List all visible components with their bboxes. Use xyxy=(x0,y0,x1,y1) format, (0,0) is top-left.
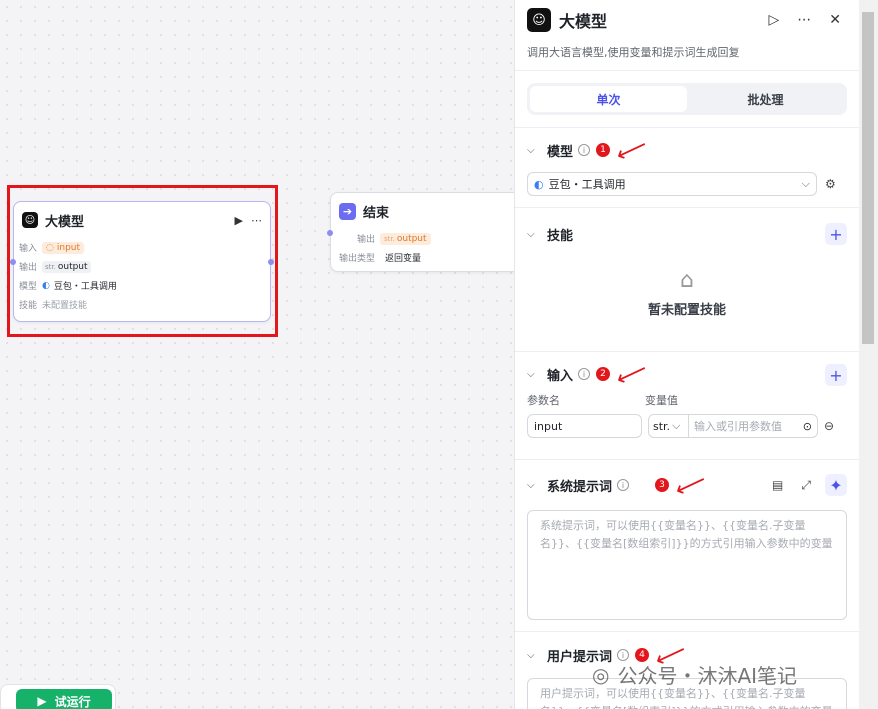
info-icon[interactable]: i xyxy=(617,479,630,491)
panel-description: 调用大语言模型,使用变量和提示词生成回复 xyxy=(515,40,859,71)
close-icon[interactable]: ✕ xyxy=(829,12,841,28)
chevron-down-icon: ⌵ xyxy=(801,177,810,190)
annotation-badge: 2 xyxy=(596,367,611,381)
end-row-type: 输出类型 返回变量 xyxy=(331,248,519,267)
col-var-value: 变量值 xyxy=(645,394,678,407)
tab-single[interactable]: 单次 xyxy=(530,86,687,112)
end-output-tag: str. output xyxy=(380,232,431,245)
system-prompt-textarea[interactable]: 系统提示词，可以使用{{变量名}}、{{变量名.子变量名}}、{{变量名[数组索… xyxy=(527,510,847,620)
info-icon[interactable]: i xyxy=(578,368,591,380)
system-prompt-section: ⌵ 系统提示词 i 3 ⟵ ▤ ⤢ ✦ 系统提示词，可以使用{{变量名}}、{{… xyxy=(515,460,859,632)
chevron-down-icon[interactable]: ⌵ xyxy=(527,369,547,380)
run-icon[interactable]: ▷ xyxy=(768,12,779,28)
end-node[interactable]: ➔ 结束 输出 str. output 输出类型 返回变量 xyxy=(330,192,520,272)
panel-title: 大模型 xyxy=(559,12,608,31)
end-output-text: output xyxy=(396,233,427,244)
workflow-canvas[interactable]: ☺ 大模型 ▶ ⋯ 输入 ◌ input 输出 str. output 模型 ◐ 豆… xyxy=(0,0,520,709)
col-param-name: 参数名 xyxy=(527,394,560,407)
mode-tabs: 单次 批处理 xyxy=(515,71,859,128)
type-select[interactable]: str. ⌵ xyxy=(649,415,689,437)
annotation-badge: 1 xyxy=(596,143,611,157)
chevron-down-icon[interactable]: ⌵ xyxy=(527,480,547,491)
test-run-button[interactable]: ▶ 试运行 xyxy=(16,689,112,709)
more-icon[interactable]: ⋯ xyxy=(797,12,811,28)
type-text: str. xyxy=(384,234,395,243)
end-input-port[interactable] xyxy=(327,230,333,236)
ai-optimize-icon[interactable]: ✦ xyxy=(825,474,847,496)
section-title: 模型 xyxy=(547,144,574,160)
skills-section: ⌵ 技能 + ⌂ 暂未配置技能 xyxy=(515,208,859,352)
param-value-input[interactable]: str. ⌵ 输入或引用参数值 ⊙ xyxy=(648,414,818,438)
test-run-label: 试运行 xyxy=(54,694,91,709)
inputs-section: ⌵ 输入 i 2 ⟵ + 参数名 变量值 input str. ⌵ 输入或引用参数… xyxy=(515,352,859,460)
tab-batch[interactable]: 批处理 xyxy=(687,86,844,112)
info-icon[interactable]: i xyxy=(578,144,591,156)
type-text: str. xyxy=(653,419,671,433)
node-config-panel: ☺ 大模型 ▷ ⋯ ✕ 调用大语言模型,使用变量和提示词生成回复 单次 批处理 … xyxy=(514,0,859,709)
model-section: ⌵ 模型 i 1 ⟵ ◐ 豆包・工具调用 ⌵ ⚙ xyxy=(515,128,859,208)
annotation-badge: 3 xyxy=(655,478,670,492)
chevron-down-icon[interactable]: ⌵ xyxy=(527,145,547,156)
annotation-highlight-box xyxy=(7,185,278,337)
section-title: 输入 xyxy=(547,368,574,384)
end-row-output: 输出 str. output xyxy=(331,229,519,248)
gear-icon[interactable]: ⚙ xyxy=(825,177,836,191)
panel-header: ☺ 大模型 ▷ ⋯ ✕ xyxy=(515,0,859,40)
end-node-title: 结束 xyxy=(363,205,390,221)
empty-box-icon: ⌂ xyxy=(680,268,694,293)
chevron-down-icon[interactable]: ⌵ xyxy=(527,229,547,240)
value-placeholder: 输入或引用参数值 xyxy=(694,420,782,433)
template-icon[interactable]: ▤ xyxy=(772,478,783,492)
model-select-value: 豆包・工具调用 xyxy=(548,178,626,191)
param-name-input[interactable]: input xyxy=(527,414,642,438)
watermark: ◎ 公众号・沐沐AI笔记 xyxy=(592,660,797,689)
llm-logo-icon: ☺ xyxy=(527,8,551,32)
end-node-header: ➔ 结束 xyxy=(331,193,519,229)
end-type-value: 返回变量 xyxy=(385,254,422,264)
annotation-arrow-icon: ⟵ xyxy=(612,356,652,392)
row-label: 输出 xyxy=(357,235,376,245)
chevron-down-icon: ⌵ xyxy=(672,419,681,432)
scrollbar-thumb[interactable] xyxy=(862,12,874,344)
end-icon: ➔ xyxy=(339,202,356,220)
watermark-text: 公众号・沐沐AI笔记 xyxy=(617,664,798,688)
annotation-arrow-icon: ⟵ xyxy=(612,132,652,168)
remove-icon[interactable]: ⊖ xyxy=(824,419,834,433)
section-title: 技能 xyxy=(547,228,574,244)
annotation-arrow-icon: ⟵ xyxy=(671,467,711,503)
doubao-icon: ◐ xyxy=(534,177,544,191)
section-title: 系统提示词 xyxy=(547,479,613,495)
model-select[interactable]: ◐ 豆包・工具调用 ⌵ xyxy=(527,172,817,196)
wechat-icon: ◎ xyxy=(592,662,610,687)
row-label: 输出类型 xyxy=(339,254,376,264)
variable-ref-icon[interactable]: ⊙ xyxy=(803,420,812,433)
skills-empty-text: 暂未配置技能 xyxy=(647,303,726,318)
chevron-down-icon[interactable]: ⌵ xyxy=(527,650,547,661)
play-icon: ▶ xyxy=(37,694,47,708)
add-skill-button[interactable]: + xyxy=(825,223,847,245)
expand-icon[interactable]: ⤢ xyxy=(801,478,811,493)
add-input-button[interactable]: + xyxy=(825,364,847,386)
